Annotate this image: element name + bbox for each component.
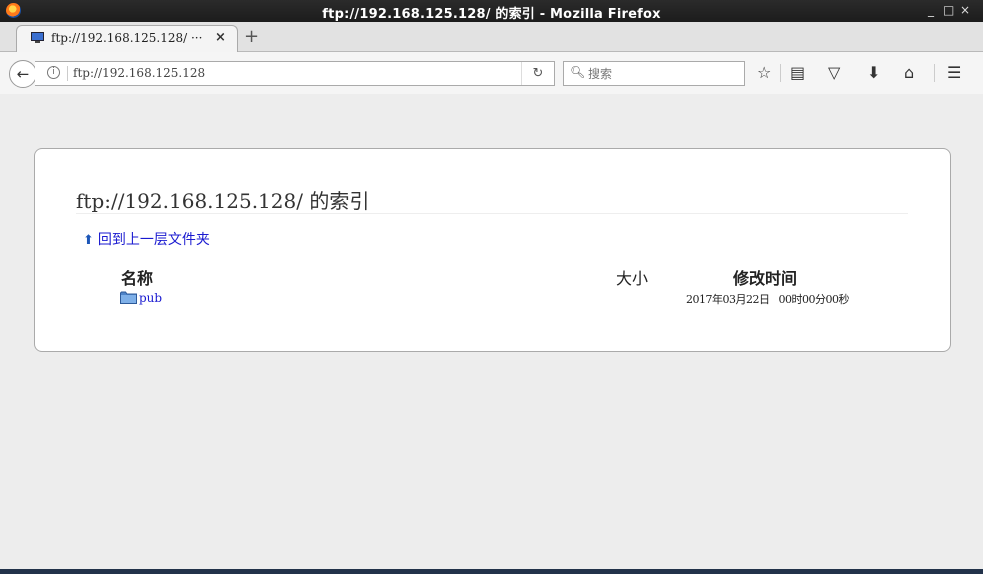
search-bar[interactable]: 🔍︎: [563, 61, 745, 86]
window-title: ftp://192.168.125.128/ 的索引 - Mozilla Fir…: [322, 7, 661, 22]
column-header-size[interactable]: 大小: [616, 265, 648, 289]
tab-strip: ftp://192.168.125.128/ ··· ×: [0, 22, 983, 52]
folder-icon: [120, 291, 137, 304]
page-title: ftp://192.168.125.128/ 的索引: [76, 185, 908, 214]
computer-icon: [31, 32, 44, 43]
minimize-button[interactable]: _: [928, 3, 934, 17]
info-icon[interactable]: i: [47, 66, 60, 79]
toolbar-separator: [780, 64, 781, 82]
close-window-button[interactable]: ×: [960, 3, 970, 17]
window-titlebar[interactable]: ftp://192.168.125.128/ 的索引 - Mozilla Fir…: [0, 0, 983, 22]
download-icon[interactable]: ⬇: [867, 63, 880, 82]
star-icon[interactable]: ☆: [757, 63, 771, 82]
page-content: ftp://192.168.125.128/ 的索引 ⬆ 回到上一层文件夹 名称 …: [0, 94, 983, 574]
pocket-icon[interactable]: ▽: [828, 63, 840, 82]
tab-ftp-index[interactable]: ftp://192.168.125.128/ ··· ×: [16, 25, 238, 52]
column-header-name[interactable]: 名称: [121, 265, 153, 289]
folder-link-pub[interactable]: pub: [139, 291, 162, 305]
toolbar-separator: [934, 64, 935, 82]
search-input[interactable]: [586, 64, 740, 83]
search-icon: 🔍︎: [570, 65, 586, 79]
desktop-taskbar-strip: [0, 569, 983, 574]
tab-close-icon[interactable]: ×: [215, 30, 226, 45]
back-button[interactable]: ←: [9, 60, 37, 88]
maximize-button[interactable]: □: [943, 3, 954, 17]
row-date: 2017年03月22日: [686, 293, 770, 306]
up-arrow-icon: ⬆: [83, 233, 94, 248]
row-time: 00时00分00秒: [778, 293, 850, 306]
home-icon[interactable]: ⌂: [904, 63, 914, 82]
navigation-toolbar: ← i ftp://192.168.125.128 ↻ 🔍︎ ☆ ▤ ▽ ⬇ ⌂…: [0, 52, 983, 95]
column-header-modified[interactable]: 修改时间: [733, 265, 797, 289]
urlbar-divider: [67, 66, 68, 81]
directory-listing-card: ftp://192.168.125.128/ 的索引 ⬆ 回到上一层文件夹 名称 …: [34, 148, 951, 352]
browser-window: ftp://192.168.125.128/ 的索引 - Mozilla Fir…: [0, 0, 983, 574]
reload-button[interactable]: ↻: [521, 62, 554, 85]
tab-title: ftp://192.168.125.128/ ···: [51, 31, 203, 45]
url-bar[interactable]: i ftp://192.168.125.128 ↻: [35, 61, 555, 86]
parent-folder-label[interactable]: 回到上一层文件夹: [98, 232, 210, 248]
parent-folder-link[interactable]: ⬆ 回到上一层文件夹: [83, 229, 210, 249]
menu-icon[interactable]: ☰: [947, 63, 961, 82]
table-row: pub 2017年03月22日 00时00分00秒: [120, 289, 920, 307]
url-text[interactable]: ftp://192.168.125.128: [73, 66, 205, 80]
reading-list-icon[interactable]: ▤: [790, 63, 805, 82]
row-modified: 2017年03月22日 00时00分00秒: [686, 291, 849, 307]
new-tab-button[interactable]: +: [244, 26, 259, 47]
